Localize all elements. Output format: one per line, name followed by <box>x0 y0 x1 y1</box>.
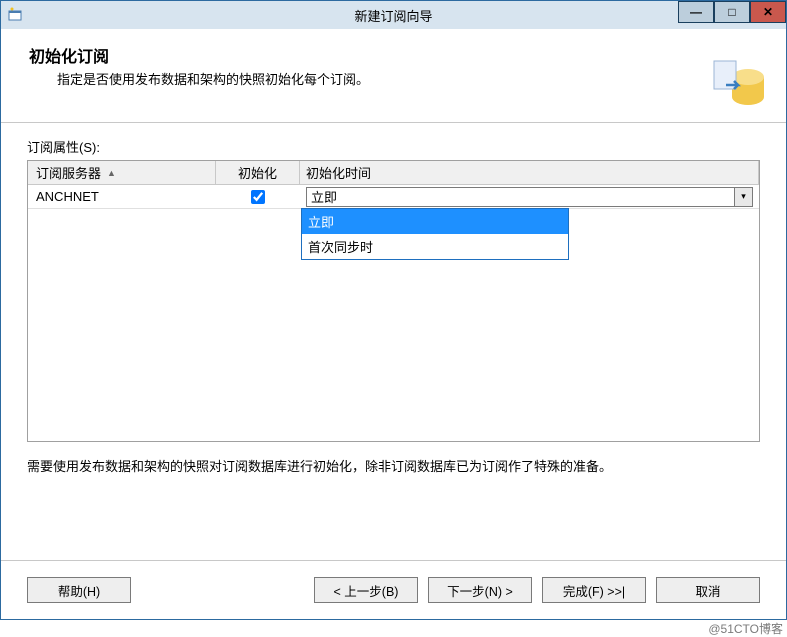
content-area: 订阅属性(S): 订阅服务器 ▲ 初始化 初始化时间 ANCHNET <box>1 123 786 560</box>
back-button[interactable]: < 上一步(B) <box>314 577 418 603</box>
page-title: 初始化订阅 <box>29 43 770 67</box>
maximize-button[interactable]: □ <box>714 1 750 23</box>
column-init-label: 初始化 <box>238 163 277 182</box>
window-title: 新建订阅向导 <box>1 6 786 25</box>
properties-label: 订阅属性(S): <box>27 137 760 156</box>
cancel-button[interactable]: 取消 <box>656 577 760 603</box>
cell-init <box>216 190 300 204</box>
column-init[interactable]: 初始化 <box>216 161 300 184</box>
next-button[interactable]: 下一步(N) > <box>428 577 532 603</box>
wizard-window: 新建订阅向导 — □ ✕ 初始化订阅 指定是否使用发布数据和架构的快照初始化每个… <box>0 0 787 620</box>
subscription-grid: 订阅服务器 ▲ 初始化 初始化时间 ANCHNET 立即 <box>27 160 760 442</box>
table-row: ANCHNET 立即 ▾ <box>28 185 759 209</box>
finish-button[interactable]: 完成(F) >>| <box>542 577 646 603</box>
grid-header: 订阅服务器 ▲ 初始化 初始化时间 <box>28 161 759 185</box>
wizard-header: 初始化订阅 指定是否使用发布数据和架构的快照初始化每个订阅。 <box>1 29 786 123</box>
page-subtitle: 指定是否使用发布数据和架构的快照初始化每个订阅。 <box>57 69 770 88</box>
wizard-icon <box>710 53 766 109</box>
cell-server: ANCHNET <box>28 189 216 204</box>
dropdown-option-first-sync[interactable]: 首次同步时 <box>302 234 568 259</box>
init-time-dropdown: 立即 首次同步时 <box>301 208 569 260</box>
cell-init-time: 立即 ▾ <box>300 187 759 207</box>
wizard-footer: 帮助(H) < 上一步(B) 下一步(N) > 完成(F) >>| 取消 <box>1 560 786 619</box>
help-button[interactable]: 帮助(H) <box>27 577 131 603</box>
minimize-button[interactable]: — <box>678 1 714 23</box>
info-note: 需要使用发布数据和架构的快照对订阅数据库进行初始化，除非订阅数据库已为订阅作了特… <box>27 456 760 475</box>
column-server[interactable]: 订阅服务器 ▲ <box>28 161 216 184</box>
title-bar: 新建订阅向导 — □ ✕ <box>1 1 786 29</box>
column-server-label: 订阅服务器 <box>36 163 101 182</box>
dropdown-option-immediate[interactable]: 立即 <box>302 209 568 234</box>
chevron-down-icon: ▾ <box>734 188 752 206</box>
column-init-time[interactable]: 初始化时间 <box>300 161 759 184</box>
close-button[interactable]: ✕ <box>750 1 786 23</box>
init-checkbox[interactable] <box>251 190 265 204</box>
sort-asc-icon: ▲ <box>107 168 116 178</box>
init-time-value: 立即 <box>311 187 337 206</box>
watermark: @51CTO博客 <box>708 620 783 637</box>
column-init-time-label: 初始化时间 <box>306 163 371 182</box>
init-time-select[interactable]: 立即 ▾ <box>306 187 753 207</box>
window-controls: — □ ✕ <box>678 1 786 23</box>
